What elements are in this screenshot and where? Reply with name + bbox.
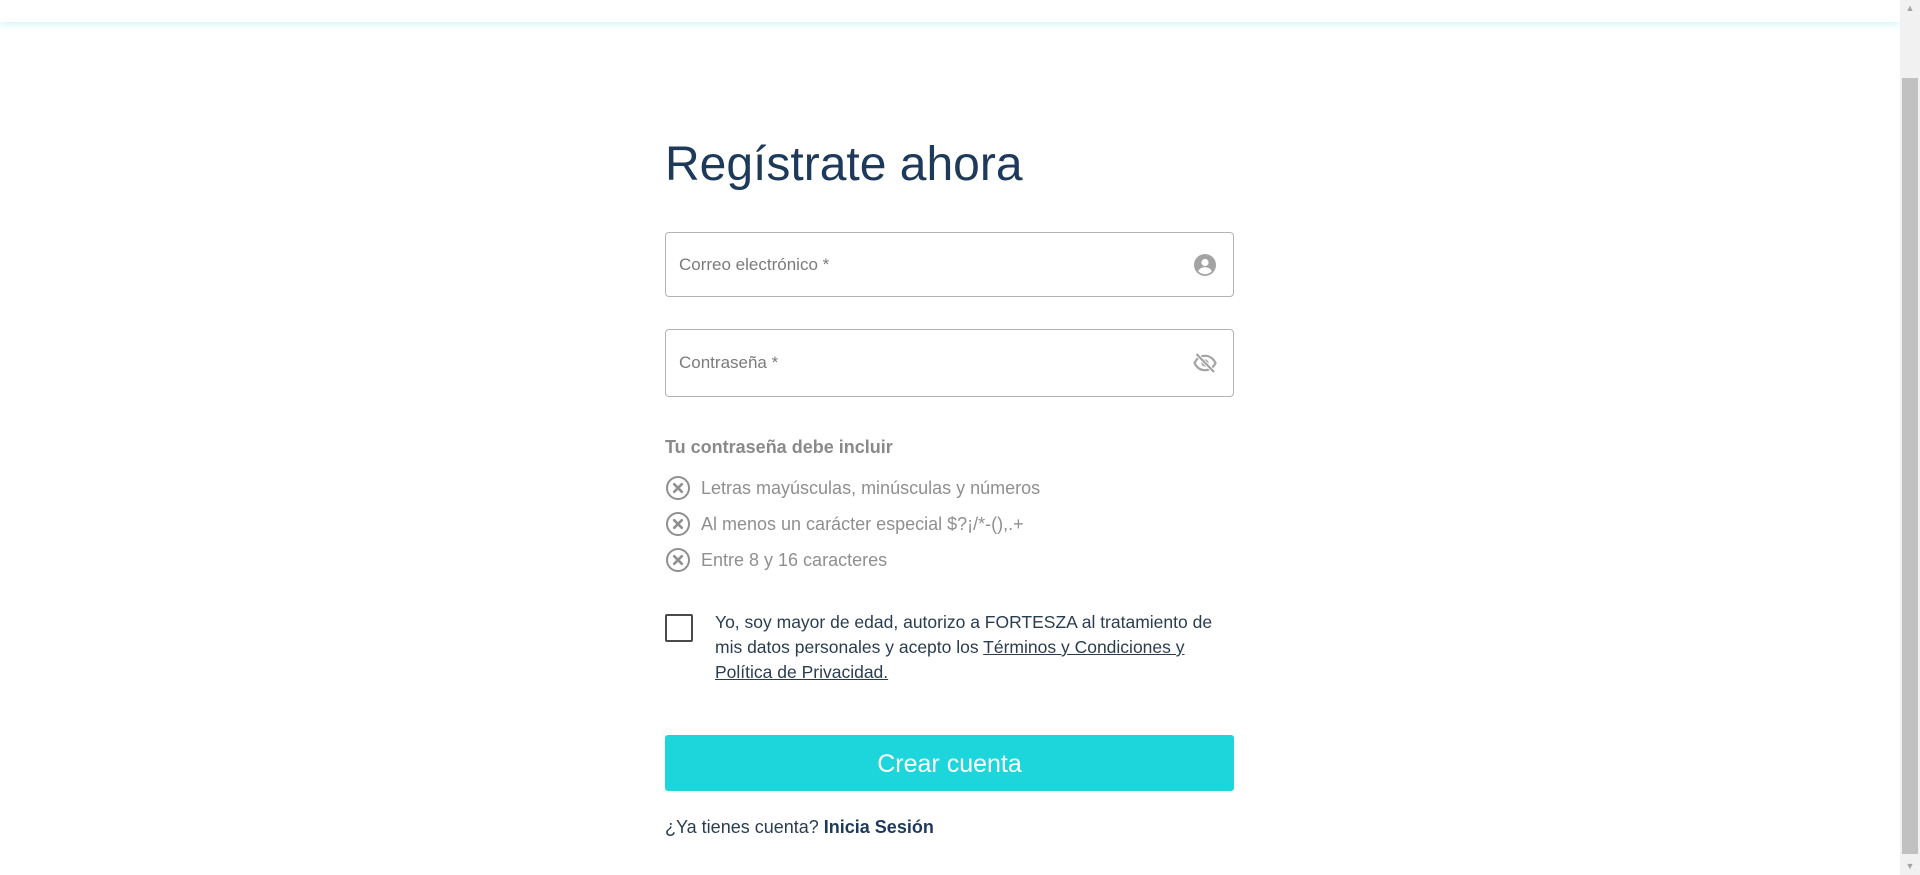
login-link[interactable]: Inicia Sesión: [824, 817, 934, 837]
login-prompt-text: ¿Ya tienes cuenta?: [665, 817, 819, 837]
x-circle-icon: [666, 476, 690, 500]
consent-checkbox[interactable]: [665, 614, 693, 642]
x-circle-icon: [666, 512, 690, 536]
scroll-down-arrow-icon[interactable]: ▼: [1900, 858, 1920, 875]
page-title: Regístrate ahora: [665, 138, 1023, 191]
password-requirements-title: Tu contraseña debe incluir: [665, 437, 893, 457]
requirement-label: Entre 8 y 16 caracteres: [701, 549, 888, 570]
x-circle-icon: [666, 548, 690, 572]
scroll-up-arrow-icon[interactable]: ▲: [1900, 0, 1920, 17]
password-placeholder: Contraseña *: [679, 353, 779, 372]
login-prompt-line: ¿Ya tienes cuenta? Inicia Sesión: [665, 817, 934, 838]
requirement-label: Letras mayúsculas, minúsculas y números: [701, 477, 1041, 498]
email-placeholder: Correo electrónico *: [679, 254, 830, 274]
requirement-item: Letras mayúsculas, minúsculas y números: [665, 474, 1040, 502]
requirement-item: Entre 8 y 16 caracteres: [665, 546, 887, 574]
vertical-scrollbar[interactable]: ▲ ▼: [1900, 0, 1920, 875]
email-field[interactable]: Correo electrónico *: [665, 232, 1234, 297]
top-header-bar: [0, 0, 1900, 22]
create-account-button[interactable]: Crear cuenta: [665, 735, 1234, 791]
requirement-item: Al menos un carácter especial $?¡/*-(),.…: [665, 510, 1024, 538]
eye-off-icon[interactable]: [1193, 351, 1217, 375]
scrollbar-thumb[interactable]: [1902, 78, 1918, 854]
password-field[interactable]: Contraseña *: [665, 329, 1234, 397]
consent-text: Yo, soy mayor de edad, autorizo a FORTES…: [715, 610, 1234, 685]
requirement-label: Al menos un carácter especial $?¡/*-(),.…: [701, 513, 1024, 534]
user-circle-icon: [1194, 253, 1216, 276]
